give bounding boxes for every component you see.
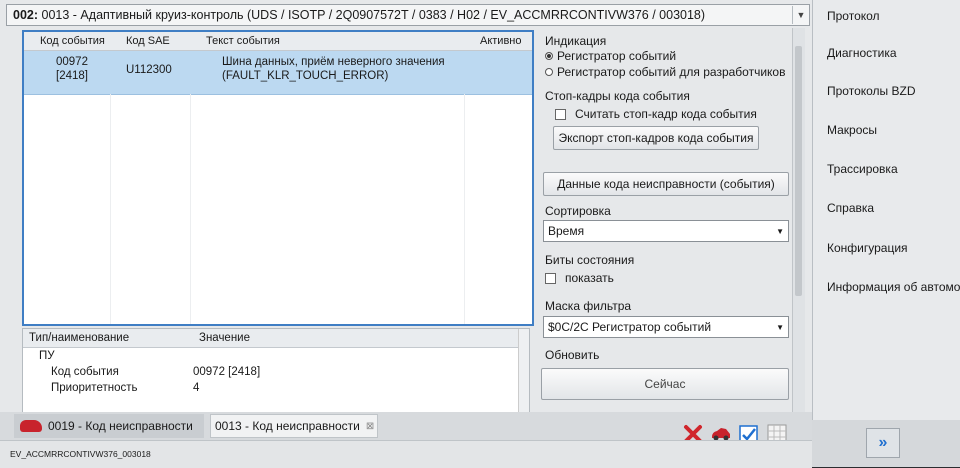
now-button[interactable]: Сейчас bbox=[541, 368, 789, 400]
properties-header: Тип/наименование Значение bbox=[23, 329, 529, 348]
export-freeze-frames-button[interactable]: Экспорт стоп-кадров кода события bbox=[553, 126, 759, 150]
tab-label: 0013 - Код неисправности bbox=[215, 419, 360, 433]
tab-fault-0019[interactable]: 0019 - Код неисправности bbox=[14, 414, 204, 438]
side-menu: Протокол Диагностика Протоколы BZD Макро… bbox=[812, 0, 960, 420]
radio-icon bbox=[545, 68, 553, 76]
event-text: Шина данных, приём неверного значения bbox=[222, 56, 445, 68]
list-item[interactable]: Код события 00972 [2418] bbox=[23, 364, 529, 380]
radio-label: Регистратор событий bbox=[557, 49, 677, 63]
divider bbox=[190, 94, 191, 324]
read-freeze-frame-checkbox[interactable]: Считать стоп-кадр кода события bbox=[555, 107, 757, 121]
radio-label: Регистратор событий для разработчиков bbox=[557, 65, 786, 79]
checkbox-label: показать bbox=[565, 271, 614, 285]
radio-dev-recorder[interactable]: Регистратор событий для разработчиков bbox=[545, 65, 785, 79]
title-text-wrap: 002: 0013 - Адаптивный круиз-контроль (U… bbox=[13, 8, 792, 22]
event-text-cell: Шина данных, приём неверного значения (F… bbox=[190, 55, 464, 94]
properties-table: Тип/наименование Значение ПУ Код события… bbox=[22, 328, 530, 414]
chevron-down-icon: ▼ bbox=[776, 323, 784, 332]
bottom-right-area: » bbox=[812, 420, 960, 467]
control-panel: Индикация Регистратор событий Регистрато… bbox=[537, 28, 805, 418]
indication-label: Индикация bbox=[545, 34, 607, 48]
col-type-name[interactable]: Тип/наименование bbox=[23, 332, 193, 344]
freeze-frames-label: Стоп-кадры кода события bbox=[545, 89, 690, 103]
filter-mask-select[interactable]: $0C/2C Регистратор событий ▼ bbox=[543, 316, 789, 338]
list-item[interactable]: Приоритетность 4 bbox=[23, 380, 529, 396]
checkbox-icon bbox=[555, 108, 566, 120]
col-event-text[interactable]: Текст события bbox=[190, 35, 464, 47]
prop-value: 4 bbox=[193, 382, 200, 394]
divider bbox=[464, 94, 465, 324]
checkbox-icon bbox=[545, 272, 556, 284]
status-bits-label: Биты состояния bbox=[545, 253, 635, 267]
menu-item-diagnostics[interactable]: Диагностика bbox=[827, 46, 897, 60]
prop-value: 00972 [2418] bbox=[193, 366, 261, 378]
event-code-cell: 00972 [2418] bbox=[24, 55, 110, 94]
divider bbox=[110, 94, 111, 324]
title-bar[interactable]: 002: 0013 - Адаптивный круиз-контроль (U… bbox=[6, 4, 810, 26]
scrollbar-thumb[interactable] bbox=[795, 46, 802, 296]
fault-data-button[interactable]: Данные кода неисправности (события) bbox=[543, 172, 789, 196]
forward-icon[interactable]: » bbox=[866, 428, 900, 458]
chevron-down-icon: ▼ bbox=[776, 227, 784, 236]
prop-key: ПУ bbox=[39, 350, 55, 362]
app-window: 002: 0013 - Адаптивный круиз-контроль (U… bbox=[0, 0, 960, 468]
events-table-header: Код события Код SAE Текст события Активн… bbox=[24, 32, 532, 51]
chevron-down-icon[interactable]: ▼ bbox=[792, 6, 809, 24]
active-cell bbox=[464, 55, 532, 94]
table-row[interactable]: 00972 [2418] U112300 Шина данных, приём … bbox=[24, 51, 532, 95]
status-text: EV_ACCMRRCONTIVW376_003018 bbox=[10, 449, 151, 459]
prop-key: Приоритетность bbox=[51, 382, 138, 394]
menu-item-vehicle-info[interactable]: Информация об автомо bbox=[827, 280, 960, 294]
event-code-sub: [2418] bbox=[56, 70, 88, 82]
list-item[interactable]: ПУ bbox=[23, 348, 529, 364]
menu-item-configuration[interactable]: Конфигурация bbox=[827, 241, 908, 255]
col-sae-code[interactable]: Код SAE bbox=[110, 35, 190, 47]
title-text: 0013 - Адаптивный круиз-контроль (UDS / … bbox=[41, 8, 706, 22]
radio-event-recorder[interactable]: Регистратор событий bbox=[545, 49, 676, 63]
col-event-code[interactable]: Код события bbox=[24, 35, 110, 47]
close-icon[interactable]: ⊠ bbox=[366, 421, 374, 432]
tab-fault-0013[interactable]: 0013 - Код неисправности ⊠ bbox=[210, 414, 378, 438]
col-active[interactable]: Активно bbox=[464, 35, 532, 47]
filter-mask-value: $0C/2C Регистратор событий bbox=[548, 320, 712, 334]
menu-item-protocol[interactable]: Протокол bbox=[827, 9, 880, 23]
sort-select[interactable]: Время ▼ bbox=[543, 220, 789, 242]
tab-label: 0019 - Код неисправности bbox=[48, 419, 193, 433]
menu-item-bzd-protocols[interactable]: Протоколы BZD bbox=[827, 84, 916, 98]
radio-selected-icon bbox=[545, 52, 553, 60]
menu-item-macros[interactable]: Макросы bbox=[827, 123, 877, 137]
prop-key: Код события bbox=[51, 366, 119, 378]
scrollbar[interactable] bbox=[518, 329, 529, 413]
col-value[interactable]: Значение bbox=[193, 332, 250, 344]
filter-mask-label: Маска фильтра bbox=[545, 299, 632, 313]
show-status-bits-checkbox[interactable]: показать bbox=[545, 271, 614, 285]
title-code: 002: bbox=[13, 8, 39, 22]
car-icon bbox=[20, 420, 42, 432]
events-table: Код события Код SAE Текст события Активн… bbox=[22, 30, 534, 326]
update-label: Обновить bbox=[545, 348, 600, 362]
sort-label: Сортировка bbox=[545, 204, 611, 218]
scrollbar[interactable] bbox=[792, 28, 805, 418]
menu-item-help[interactable]: Справка bbox=[827, 201, 874, 215]
checkbox-label: Считать стоп-кадр кода события bbox=[575, 107, 757, 121]
event-text-sub: (FAULT_KLR_TOUCH_ERROR) bbox=[222, 70, 389, 82]
event-code: 00972 bbox=[56, 56, 88, 68]
sort-value: Время bbox=[548, 224, 585, 238]
sae-code-cell: U112300 bbox=[126, 64, 172, 76]
menu-item-tracing[interactable]: Трассировка bbox=[827, 162, 898, 176]
status-bar: EV_ACCMRRCONTIVW376_003018 bbox=[0, 440, 812, 468]
